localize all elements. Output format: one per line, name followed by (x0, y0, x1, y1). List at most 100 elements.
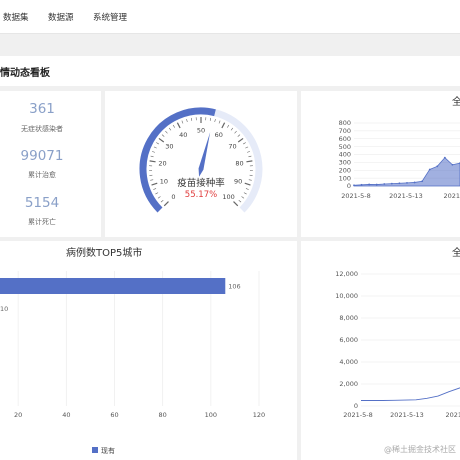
line-y-tick-label: 2,000 (339, 380, 358, 388)
area-point (406, 181, 408, 184)
area-series (353, 157, 460, 187)
area-y-tick-label: 700 (339, 127, 351, 135)
gauge-tick-label: 100 (222, 193, 234, 201)
line-series (361, 387, 460, 401)
gauge-title: 疫苗接种率 (177, 177, 225, 189)
area-point (360, 183, 363, 186)
line-y-tick-label: 4,000 (339, 358, 358, 366)
gauge-major-tick (149, 160, 156, 163)
area-y-tick-label: 0 (347, 182, 351, 190)
gauge-minor-tick (151, 151, 155, 153)
gauge-minor-tick (150, 155, 154, 158)
gauge-tick-label: 0 (171, 193, 175, 201)
gauge-minor-tick (241, 196, 245, 199)
area-point (390, 182, 393, 185)
trend-area-panel: 全 0 100 200 300 400 500 600 700 800 2021-5-8 2021-… (301, 91, 460, 237)
top-nav: 数据集 数据源 系统管理 (0, 0, 460, 34)
divider-band (0, 34, 460, 54)
top5-panel: 病例数TOP5城市 20 40 60 80 100 120 106 10 现有 (0, 241, 297, 460)
line-y-tick-label: 0 (354, 402, 358, 410)
watermark: @稀土掘金技术社区 (384, 445, 456, 454)
gauge-tick-label: 80 (235, 159, 243, 167)
nav-item-system-admin[interactable]: 系统管理 (93, 11, 127, 23)
dashboard-title: 情动态看板 (0, 68, 50, 79)
vaccination-gauge: 010 20 30 40 50 60 70 80 90100 疫苗接种率 55.17% (139, 107, 263, 213)
bar-rect (0, 278, 226, 294)
gauge-major-tick (237, 137, 244, 143)
nav-item-dataset[interactable]: 数据集 (3, 11, 29, 23)
gauge-minor-tick (160, 200, 164, 203)
gauge-tick-label: 30 (165, 143, 173, 151)
stat-death-value: 5154 (24, 195, 60, 211)
area-x-tick-label: 2021-5-8 (341, 192, 371, 200)
bar-x-tick-label: 120 (253, 411, 265, 419)
area-y-tick-label: 300 (339, 159, 351, 167)
area-x-tick-label: 2021-5 (443, 192, 460, 200)
gauge-major-tick (233, 201, 239, 207)
stat-asymptomatic-value: 361 (29, 101, 55, 117)
gauge-minor-tick (230, 127, 234, 131)
area-point (436, 165, 439, 168)
gauge-minor-tick (157, 196, 161, 199)
gauge-tick-label: 40 (179, 131, 187, 139)
gauge-minor-tick (150, 179, 154, 181)
stat-cured-value: 99071 (20, 148, 64, 164)
gauge-minor-tick (248, 179, 252, 181)
area-y-tick-label: 200 (339, 166, 351, 174)
gauge-minor-tick (218, 120, 221, 124)
gauge-needle (198, 132, 211, 177)
gauge-minor-tick (161, 134, 165, 137)
line-x-tick-label: 2021-5-8 (343, 411, 373, 419)
trend-line-chart: 0 2,000 4,000 6,000 8,000 10,000 12,000 2021-5-… (335, 270, 460, 419)
dashboard-title-bar: 情动态看板 (0, 56, 460, 86)
area-point (398, 182, 401, 185)
gauge-minor-tick (234, 130, 237, 134)
gauge-minor-tick (168, 127, 172, 131)
line-y-tick-label: 10,000 (335, 292, 358, 300)
gauge-major-tick (151, 182, 158, 186)
area-point (383, 183, 386, 185)
gauge-value-text: 55.17% (185, 190, 217, 200)
gauge-minor-tick (248, 155, 252, 158)
gauge-major-tick (158, 137, 165, 143)
bar-x-tick-label: 40 (62, 411, 70, 419)
gauge-minor-tick (245, 188, 249, 190)
area-y-tick-label: 100 (339, 174, 351, 182)
line-y-tick-label: 8,000 (339, 314, 358, 322)
gauge-minor-tick (245, 146, 249, 149)
gauge-minor-tick (190, 117, 193, 121)
area-point (428, 168, 431, 171)
top5-bar-chart: 20 40 60 80 100 120 106 10 现有 (0, 271, 265, 455)
gauge-major-tick (163, 201, 169, 207)
area-point (375, 183, 378, 186)
gauge-minor-tick (153, 146, 157, 149)
gauge-panel: 0 10 20 30 40 50 60 70 80 90 100 疫苗接种率 55.17% (105, 91, 297, 237)
line-x-tick-label: 2021-5 (445, 411, 460, 419)
area-x-tick-label: 2021-5-13 (389, 192, 423, 200)
area-point (368, 183, 371, 186)
bar-x-tick-label: 100 (205, 411, 217, 419)
gauge-minor-tick (237, 134, 241, 137)
area-point (353, 184, 355, 187)
legend-label: 现有 (101, 446, 115, 455)
gauge-major-tick (244, 182, 251, 186)
stat-death-label: 累计死亡 (28, 218, 56, 226)
gauge-tick-label: 10 (160, 178, 168, 186)
trend-line-panel: 全 0 2,000 4,000 6,000 8,000 10,000 12,000 2021-… (301, 241, 460, 460)
gauge-minor-tick (156, 142, 159, 145)
bar-data-label: 106 (228, 283, 240, 291)
gauge-tick-label: 60 (215, 131, 223, 139)
gauge-major-tick (246, 160, 253, 163)
gauge-tick-label: 20 (158, 159, 166, 167)
gauge-minor-tick (238, 200, 242, 203)
area-point (443, 156, 446, 159)
area-point (421, 180, 424, 183)
gauge-minor-tick (165, 130, 168, 134)
gauge-tick-label: 70 (228, 143, 236, 151)
gauge-major-tick (176, 122, 181, 129)
bar-x-tick-label: 80 (159, 411, 167, 419)
gauge-minor-tick (247, 151, 251, 153)
nav-item-datasource[interactable]: 数据源 (48, 11, 74, 23)
stats-panel: 361 无症状感染者 99071 累计治愈 5154 累计死亡 (0, 91, 101, 237)
gauge-minor-tick (227, 124, 230, 128)
